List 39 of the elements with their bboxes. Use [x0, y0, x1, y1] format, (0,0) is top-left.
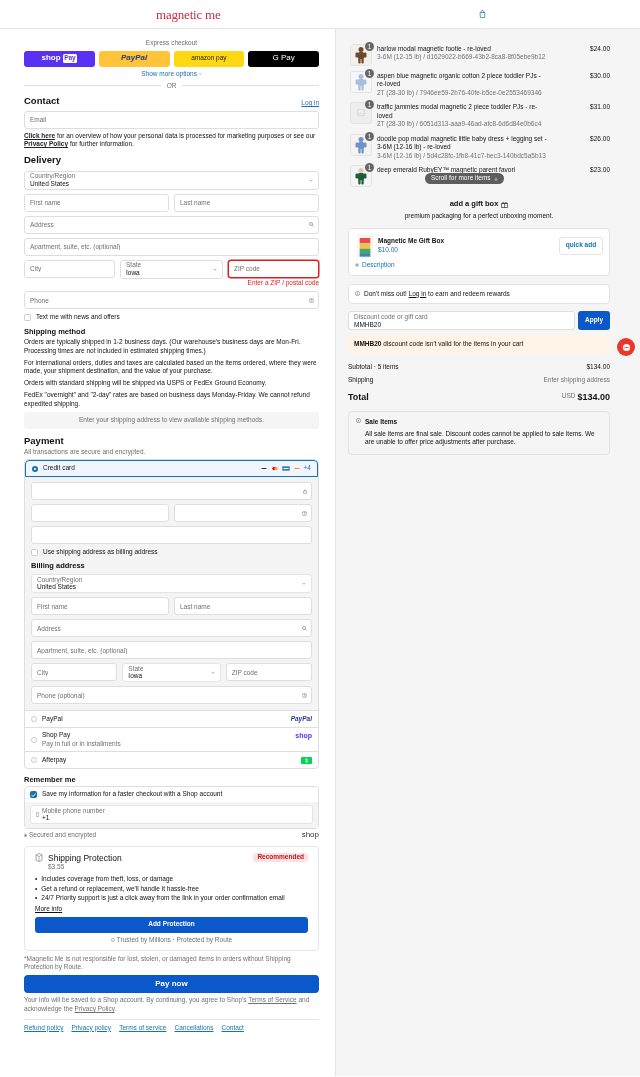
checkbox[interactable]: [30, 791, 37, 799]
card-logo-icon: [281, 466, 290, 472]
total-label: Total: [348, 390, 369, 403]
total-amount: $134.00: [577, 390, 610, 403]
protection-title: Shipping Protection: [48, 852, 123, 863]
google-pay-button[interactable]: G Pay: [248, 50, 319, 67]
section-heading: Contact: [24, 95, 60, 108]
plus-icon: [355, 263, 359, 268]
search-icon: [309, 222, 314, 227]
help-icon: [302, 692, 307, 698]
lock-icon: [24, 833, 27, 838]
card-logo-icon: [259, 466, 268, 472]
help-icon: [302, 510, 307, 516]
phone-icon: [36, 812, 39, 818]
chevron-down-icon: [302, 582, 306, 586]
package-icon: [35, 852, 43, 862]
chat-icon: [621, 342, 631, 352]
check-circle-icon: [110, 938, 115, 943]
lock-icon: [303, 488, 307, 494]
chevron-down-icon: [309, 178, 313, 182]
help-icon: [309, 297, 314, 303]
arrow-down-icon: [493, 176, 498, 181]
pay-now-button[interactable]: Pay now: [24, 975, 319, 994]
card-logo-icon: [292, 466, 301, 472]
search-icon: [302, 625, 307, 631]
image-placeholder-icon: [357, 109, 365, 117]
card-logo-icon: [270, 466, 279, 472]
payment-logo-icon: [301, 756, 312, 764]
logo[interactable]: magnetic me: [156, 7, 221, 21]
paypal-button[interactable]: PayPal: [98, 50, 170, 67]
info-icon: [356, 417, 361, 423]
gift-icon: [501, 200, 509, 208]
info-icon: [355, 291, 360, 297]
section-heading: Payment: [24, 435, 65, 448]
chevron-down-icon: [198, 73, 202, 76]
section-heading: Delivery: [24, 154, 62, 167]
shop-logo: shop: [301, 831, 319, 840]
chevron-down-icon: [213, 267, 217, 271]
shopping-bag-icon[interactable]: [479, 10, 486, 18]
